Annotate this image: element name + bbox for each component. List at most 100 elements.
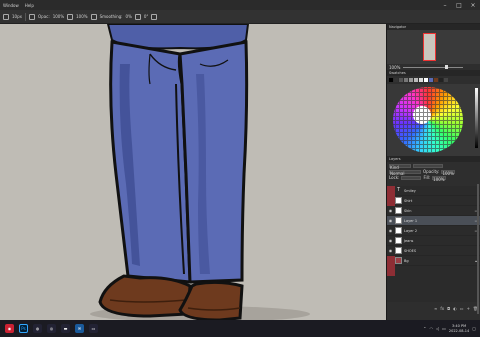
layer-name[interactable]: Bg [404,259,473,263]
brightness-slider[interactable] [475,88,478,148]
swatch[interactable] [434,78,438,82]
panel-scrollbar[interactable] [477,184,479,314]
swatch[interactable] [394,78,398,82]
layer-row[interactable]: T Smiley [387,186,480,196]
gear-icon[interactable] [134,13,141,20]
layer-name[interactable]: Skin [404,209,473,213]
menu-window[interactable]: Window [0,3,22,8]
close-icon[interactable]: × [466,0,480,10]
text-layer-icon: T [396,187,401,193]
zoom-slider-knob[interactable] [445,64,449,69]
swatch[interactable] [389,78,393,82]
swatch[interactable] [419,78,423,82]
battery-icon[interactable]: ▭ [442,326,446,331]
options-bar: 10px Opac: 100% 100% Smoothing: 0% 0° [0,10,480,24]
layers-title[interactable]: Layers [389,157,401,161]
layer-name[interactable]: Smiley [404,189,480,193]
opacity-label: Opacity: [423,169,440,174]
layer-row[interactable]: ◉ Jeans [387,236,480,246]
fx-icon[interactable]: fx [440,306,444,311]
maximize-icon[interactable]: □ [452,0,466,10]
swatch[interactable] [414,78,418,82]
layer-name[interactable]: Layer 1 [404,219,473,223]
layer-row[interactable]: ◉ Bg 🔒︎ [387,256,480,266]
layer-row[interactable]: Shirt [387,196,480,206]
layer-thumbnail [395,207,402,214]
swatch[interactable] [439,78,443,82]
layer-thumbnail [395,197,402,204]
layer-row-active[interactable]: ◉ Layer 1 ▫ [387,216,480,226]
layers-toolbar: Kind Normal Opacity: 100% Lock: Fill: 10… [387,162,480,186]
mask-icon[interactable]: ◘ [447,306,450,311]
layer-name[interactable]: Layer 2 [404,229,473,233]
menu-help[interactable]: Help [22,3,37,8]
fill-label: Fill: [423,175,431,180]
layer-thumbnail [395,227,402,234]
document-canvas[interactable] [0,24,386,320]
color-wheel-panel[interactable] [387,84,480,156]
airbrush-icon[interactable] [90,13,97,20]
angle-value[interactable]: 0° [144,14,149,19]
layer-row[interactable]: ◉ Skin ▫ [387,206,480,216]
layer-fill-input[interactable]: 100% [432,175,447,182]
brush-panel-icon[interactable] [29,13,35,20]
adjustment-icon[interactable]: ◐ [453,306,457,311]
navigator-title[interactable]: Navigator [389,25,406,29]
swatch[interactable] [444,78,448,82]
navigator-thumbnail[interactable] [423,33,436,61]
tray-overflow-icon[interactable]: ⌃ [423,326,426,331]
layer-name[interactable]: Shirt [404,199,480,203]
swatch[interactable] [424,78,428,82]
swatches-title[interactable]: Swatches [389,71,406,75]
folder-icon[interactable]: ▬ [61,324,70,333]
layer-opacity-input[interactable]: 100% [441,169,456,176]
new-layer-icon[interactable]: + [467,306,470,311]
blend-mode-select[interactable]: Normal [389,169,421,176]
smoothing-value[interactable]: 0% [126,14,132,19]
layers-footer: ∞ fx ◘ ◐ ▭ + 🗑︎ [387,304,480,312]
symmetry-icon[interactable] [151,13,158,20]
brush-size[interactable]: 10px [12,14,22,19]
notifications-icon[interactable]: ▢ [472,326,476,331]
minimize-icon[interactable]: – [438,0,452,10]
brush-preset-icon[interactable] [3,13,9,20]
layer-name[interactable]: SHOES [404,249,480,253]
layer-name[interactable]: Jeans [404,239,480,243]
store-icon[interactable]: ▭ [89,324,98,333]
swatch[interactable] [409,78,413,82]
color-grid-overlay [387,84,480,156]
zoom-slider[interactable] [403,64,464,69]
photoshop-icon[interactable]: Ps [19,324,28,333]
opacity-label: Opac: [38,14,50,19]
clock[interactable]: 3:40 PM 2022-08-14 [449,324,469,333]
layer-filter-icons[interactable] [413,163,443,168]
layers-list: T Smiley Shirt ◉ Skin ▫ ◉ Layer 1 ▫ ◉ La… [387,186,480,311]
layer-filter-kind[interactable]: Kind [389,163,411,170]
visibility-eye-icon[interactable]: ◉ [388,228,393,233]
navigator-preview[interactable] [387,30,480,64]
lock-icons[interactable] [401,175,422,180]
layer-row[interactable]: ◉ Layer 2 ▫ [387,226,480,236]
lock-label: Lock: [389,175,400,180]
zoom-value[interactable]: 100% [389,65,400,70]
link-icon[interactable]: ∞ [434,306,437,311]
flow-value[interactable]: 100% [76,14,87,19]
folder-icon[interactable]: ▭ [460,306,464,311]
layer-row[interactable]: ◉ SHOES [387,246,480,256]
volume-icon[interactable]: ◁ [436,326,439,331]
layer-thumbnail [395,217,402,224]
visibility-eye-icon[interactable]: ◉ [388,248,393,253]
visibility-eye-icon[interactable]: ◉ [388,238,393,243]
swatch[interactable] [404,78,408,82]
browser-icon[interactable]: ◍ [33,324,42,333]
mail-icon[interactable]: ✉ [75,324,84,333]
swatch[interactable] [429,78,433,82]
chrome-icon[interactable]: ◎ [47,324,56,333]
visibility-eye-icon[interactable]: ◉ [388,218,393,223]
opacity-value[interactable]: 100% [53,14,64,19]
swatch[interactable] [399,78,403,82]
network-icon[interactable]: ◠ [430,326,434,331]
pressure-opacity-icon[interactable] [67,13,74,20]
start-icon[interactable]: ◉ [5,324,14,333]
visibility-eye-icon[interactable]: ◉ [388,208,393,213]
